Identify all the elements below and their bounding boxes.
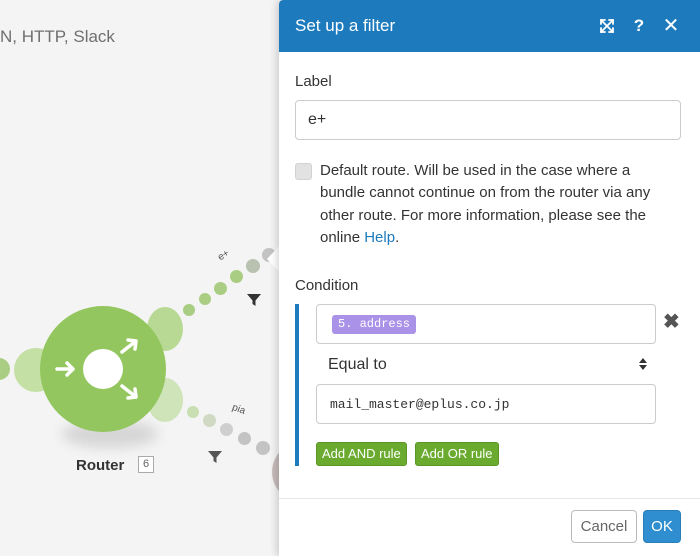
connection-dot [238, 432, 251, 445]
label-input[interactable] [295, 100, 681, 140]
help-link[interactable]: Help [364, 229, 395, 246]
router-arrows-icon [55, 338, 138, 400]
help-icon[interactable]: ? [629, 16, 649, 36]
operator-select[interactable]: Equal to [316, 348, 656, 382]
dialog-header: Set up a filter ? ✕ [279, 0, 700, 52]
variable-pill[interactable]: 5. address [332, 315, 417, 334]
connection-dot [183, 304, 195, 316]
sort-arrows-icon [639, 358, 647, 370]
default-route-checkbox[interactable] [295, 163, 312, 180]
cancel-button[interactable]: Cancel [571, 510, 637, 543]
connection-dot [214, 282, 227, 295]
remove-condition-icon[interactable]: ✖ [663, 312, 680, 332]
footer-divider [279, 498, 700, 499]
condition-value-input[interactable] [316, 384, 656, 424]
connection-dot [246, 259, 260, 273]
router-module[interactable] [40, 306, 166, 432]
add-and-rule-button[interactable]: Add AND rule [316, 442, 407, 466]
route-label-e-plus: e+ [215, 247, 232, 264]
label-field-label: Label [295, 73, 332, 90]
route-filter-icon[interactable] [207, 449, 223, 465]
connection-dot [203, 414, 216, 427]
connection-dot [230, 270, 243, 283]
connection-dot [256, 441, 270, 455]
route-filter-icon[interactable] [246, 292, 262, 308]
dialog-title: Set up a filter [295, 16, 396, 35]
connection-dot [187, 406, 199, 418]
operator-value: Equal to [328, 356, 387, 373]
close-icon[interactable]: ✕ [661, 16, 681, 36]
scenario-apps-list: N, HTTP, Slack [0, 27, 115, 46]
router-label: Router [76, 457, 125, 474]
connection-dot [0, 358, 10, 380]
module-number-badge: 6 [138, 456, 154, 473]
connection-dot [199, 293, 211, 305]
ok-button[interactable]: OK [643, 510, 681, 543]
route-label-pia: pia [230, 402, 247, 417]
connection-dot [220, 423, 233, 436]
condition-group-bar [295, 304, 299, 466]
default-route-text-end: . [395, 228, 400, 246]
add-or-rule-button[interactable]: Add OR rule [415, 442, 499, 466]
condition-operand-field[interactable]: 5. address [316, 304, 656, 344]
condition-label: Condition [295, 277, 359, 294]
filter-dialog: Set up a filter ? ✕ Label Default route.… [279, 0, 700, 556]
default-route-description: Default route. Will be used in the case … [320, 160, 672, 249]
expand-icon[interactable] [597, 16, 617, 36]
